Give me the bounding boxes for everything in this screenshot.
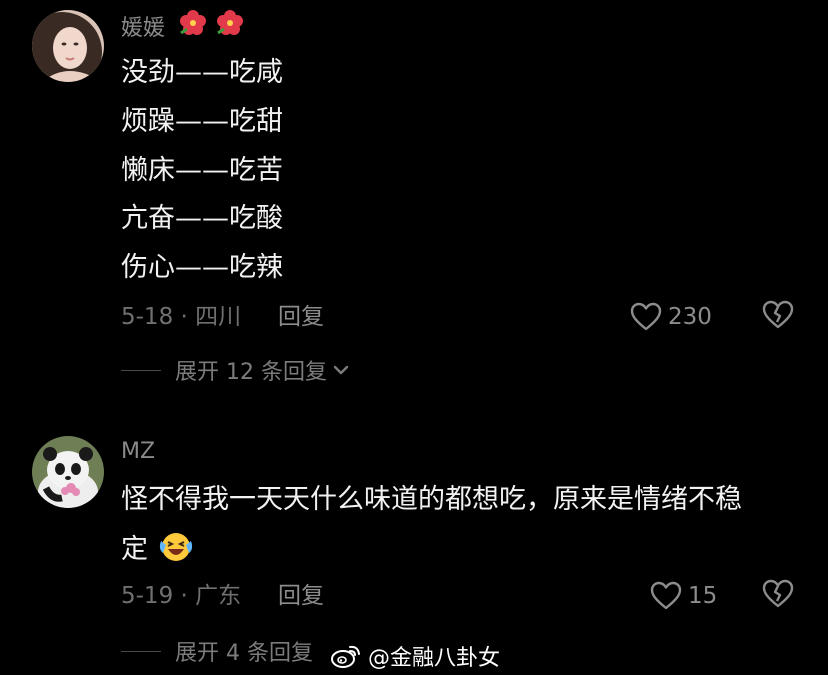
divider-line xyxy=(121,369,161,371)
like-button[interactable]: 15 xyxy=(650,579,717,613)
divider-line xyxy=(121,650,161,652)
broken-heart-icon xyxy=(762,300,794,329)
like-count: 15 xyxy=(688,583,718,609)
expand-replies-button[interactable]: 展开 12 条回复 xyxy=(121,355,349,385)
comment-item: 媛媛 没劲——吃咸 烦躁——吃甜 懒床——吃苦 亢奋——吃酸 伤心——吃辣 5-… xyxy=(0,0,828,400)
username-text: 媛媛 xyxy=(121,16,166,41)
reply-button[interactable]: 回复 xyxy=(278,302,324,332)
laughing-crying-emoji-icon xyxy=(159,533,192,561)
watermark: @金融八卦女 xyxy=(330,639,500,673)
heart-icon xyxy=(650,581,682,610)
watermark-text: @金融八卦女 xyxy=(368,646,501,671)
reply-button[interactable]: 回复 xyxy=(278,581,324,611)
username[interactable]: MZ xyxy=(121,438,155,466)
hibiscus-emoji-icons xyxy=(178,8,248,46)
comment-date-location: 5-19 · 广东 xyxy=(121,583,242,609)
comment-text-line: 没劲——吃咸 xyxy=(121,57,283,88)
heart-icon xyxy=(630,302,662,331)
weibo-icon xyxy=(331,645,360,668)
expand-replies-button[interactable]: 展开 4 条回复 xyxy=(121,636,313,666)
avatar[interactable] xyxy=(32,436,104,508)
expand-replies-label: 展开 12 条回复 xyxy=(175,360,327,385)
chevron-down-icon xyxy=(333,365,349,375)
expand-replies-label: 展开 4 条回复 xyxy=(175,641,313,666)
comment-text-line: 怪不得我一天天什么味道的都想吃，原来是情绪不稳 xyxy=(121,484,742,515)
comment-text-line: 烦躁——吃甜 xyxy=(121,106,283,137)
comment-item: MZ 怪不得我一天天什么味道的都想吃，原来是情绪不稳 定 5-19 · 广东 回… xyxy=(0,400,828,675)
avatar[interactable] xyxy=(32,10,104,82)
like-button[interactable]: 230 xyxy=(630,300,712,334)
comment-text-line: 亢奋——吃酸 xyxy=(121,203,283,234)
broken-heart-icon xyxy=(762,579,794,608)
comment-text-line: 懒床——吃苦 xyxy=(121,155,283,186)
like-count: 230 xyxy=(668,304,712,330)
comment-date-location: 5-18 · 四川 xyxy=(121,304,242,330)
username[interactable]: 媛媛 xyxy=(121,8,248,46)
comment-text-end: 定 xyxy=(121,534,148,565)
dislike-button[interactable] xyxy=(762,579,794,613)
comment-text-line: 定 xyxy=(121,531,193,568)
comment-text-line: 伤心——吃辣 xyxy=(121,252,283,283)
dislike-button[interactable] xyxy=(762,300,794,334)
username-text: MZ xyxy=(121,439,156,464)
